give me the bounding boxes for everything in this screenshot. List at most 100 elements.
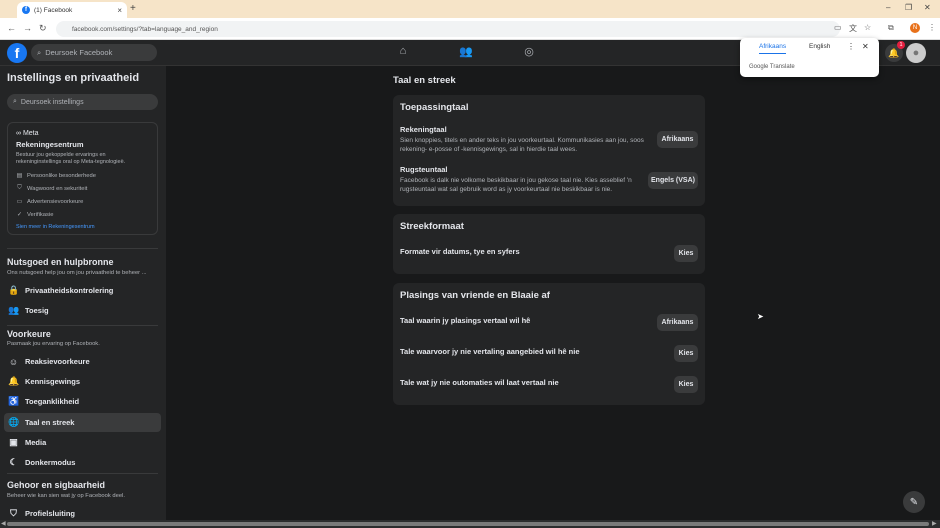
accessibility-icon: ♿ — [8, 396, 20, 406]
page-title: Taal en streek — [393, 75, 456, 86]
maximize-icon[interactable]: ❐ — [905, 3, 912, 12]
meta-item-label: Persoonlike besonderhede — [27, 172, 96, 179]
card-posts-from-friends: Plasings van vriende en Blaaie af Taal w… — [393, 283, 705, 405]
sidebar-item-label: Donkermodus — [25, 458, 76, 467]
profile-avatar[interactable]: ● — [906, 43, 926, 63]
meta-item-verification[interactable]: ✓ Verifikasie — [16, 208, 149, 221]
no-auto-translate-choose-button[interactable]: Kies — [674, 376, 698, 393]
row-label-translate-posts: Taal waarin jy plasings vertaal wil hê — [400, 316, 531, 325]
search-icon: ⌕ — [37, 47, 42, 57]
meta-logo-text: Meta — [22, 130, 39, 137]
friends-icon[interactable]: 👥 — [459, 45, 473, 59]
sidebar-item-dark-mode[interactable]: ☾ Donkermodus — [4, 453, 161, 472]
search-icon: ⌕ — [13, 98, 17, 105]
minimize-icon[interactable]: – — [886, 3, 890, 12]
reload-icon[interactable]: ↻ — [39, 23, 47, 34]
section-heading-tools: Nutsgoed en hulpbronne — [7, 257, 114, 267]
extensions-icon[interactable]: ⧉ — [888, 23, 894, 33]
translate-posts-language-button[interactable]: Afrikaans — [657, 314, 698, 331]
sidebar-item-label: Kennisgewings — [25, 377, 81, 386]
translate-tab-target[interactable]: English — [809, 43, 830, 50]
meta-item-personal-details[interactable]: ▤ Persoonlike besonderhede — [16, 169, 149, 182]
google-translate-brand: Google Translate — [749, 64, 795, 70]
meta-item-label: Wagwoord en sekuriteit — [27, 185, 88, 192]
url-text: facebook.com/settings/?tab=language_and_… — [72, 25, 218, 33]
card-title: Streekformaat — [400, 221, 464, 232]
browser-tab[interactable]: f (1) Facebook × — [17, 2, 127, 18]
meta-item-password-security[interactable]: ⛉ Wagwoord en sekuriteit — [16, 182, 149, 195]
fallback-language-button[interactable]: Engels (VSA) — [648, 172, 698, 189]
sidebar-item-notifications[interactable]: 🔔 Kennisgewings — [4, 372, 161, 391]
settings-sidebar: Instellings en privaatheid ⌕ Deursoek in… — [0, 66, 166, 520]
meta-logo: ∞ Meta — [16, 130, 39, 137]
scroll-left-icon[interactable]: ◀ — [1, 520, 6, 527]
lock-icon: 🔒 — [8, 285, 20, 295]
sidebar-item-label: Media — [25, 438, 47, 447]
sidebar-item-language-region[interactable]: 🌐 Taal en streek — [4, 413, 161, 432]
translate-brand-text: Translate — [769, 64, 795, 70]
sidebar-item-supervision[interactable]: 👥 Toesig — [4, 301, 161, 320]
home-icon[interactable]: ⌂ — [396, 45, 410, 59]
row-desc-fallback-language: Facebook is dalk nie volkome beskikbaar … — [400, 177, 632, 193]
no-translation-offer-choose-button[interactable]: Kies — [674, 345, 698, 362]
sidebar-item-label: Reaksievoorkeure — [25, 357, 90, 366]
id-card-icon: ▤ — [16, 173, 23, 179]
scrollbar-thumb[interactable] — [7, 522, 929, 526]
settings-search-placeholder: Deursoek instellings — [20, 98, 84, 106]
shield-icon: ⛉ — [17, 185, 22, 191]
facebook-logo[interactable]: f — [7, 43, 27, 63]
forward-icon[interactable]: → — [23, 23, 32, 33]
sidebar-item-label: Profielsluiting — [25, 509, 76, 518]
section-sub-tools: Ons nutsgoed help jou om jou privaatheid… — [7, 270, 147, 276]
translate-options-icon[interactable]: ⋮ — [847, 42, 855, 51]
window-close-icon[interactable]: ✕ — [924, 3, 931, 12]
install-app-icon[interactable]: ▭ — [834, 23, 842, 32]
meta-item-ad-preferences[interactable]: ▭ Advertensievoorkeure — [16, 195, 149, 208]
close-tab-icon[interactable]: × — [117, 6, 122, 15]
see-more-accounts-center-link[interactable]: Sien meer in Rekeningesentrum — [16, 224, 149, 230]
section-heading-audience: Gehoor en sigbaarheid — [7, 480, 106, 490]
sidebar-item-privacy-checkup[interactable]: 🔒 Privaatheidskontrolering — [4, 281, 161, 300]
sidebar-item-profile-lock[interactable]: ⛉ Profielsluiting — [4, 504, 161, 520]
google-brand-text: Google — [749, 64, 769, 70]
facebook-favicon-icon: f — [22, 6, 30, 14]
browser-profile-avatar[interactable]: N — [910, 23, 920, 33]
formats-choose-button[interactable]: Kies — [674, 245, 698, 262]
bookmark-star-icon[interactable]: ☆ — [864, 23, 871, 32]
row-label-account-language: Rekeningtaal — [400, 125, 447, 134]
row-label-no-translation-offer: Tale waarvoor jy nie vertaling aangebied… — [400, 347, 580, 356]
address-bar[interactable]: facebook.com/settings/?tab=language_and_… — [56, 21, 840, 37]
sidebar-divider — [7, 473, 158, 474]
sidebar-item-reaction-preferences[interactable]: ☺ Reaksievoorkeure — [4, 352, 161, 371]
card-app-language: Toepassingtaal Rekeningtaal Sien knoppie… — [393, 95, 705, 206]
sidebar-item-label: Privaatheidskontrolering — [25, 286, 114, 295]
translate-icon[interactable]: 文 — [849, 23, 857, 34]
facebook-search-placeholder: Deursoek Facebook — [45, 48, 113, 57]
check-circle-icon: ✓ — [16, 212, 23, 218]
settings-search-input[interactable]: ⌕ Deursoek instellings — [7, 94, 158, 110]
accounts-center-desc: Bestuur jou gekoppelde ervarings en reke… — [16, 152, 126, 165]
monitor-icon: ▭ — [16, 199, 23, 205]
back-icon[interactable]: ← — [7, 23, 16, 33]
section-sub-audience: Beheer wie kan sien wat jy op Facebook d… — [7, 493, 125, 499]
facebook-search-input[interactable]: ⌕ Deursoek Facebook — [31, 44, 157, 61]
sidebar-item-media[interactable]: ▣ Media — [4, 433, 161, 452]
sidebar-item-accessibility[interactable]: ♿ Toeganklikheid — [4, 392, 161, 411]
new-tab-icon[interactable]: + — [130, 3, 136, 14]
row-label-fallback-language: Rugsteuntaal — [400, 165, 448, 174]
scroll-right-icon[interactable]: ▶ — [932, 520, 937, 527]
card-regional-format: Streekformaat Formate vir datums, tye en… — [393, 214, 705, 274]
groups-icon[interactable]: ◎ — [522, 45, 536, 59]
browser-menu-icon[interactable]: ⋮ — [928, 23, 936, 32]
browser-tab-title: (1) Facebook — [34, 6, 73, 14]
sidebar-item-label: Toeganklikheid — [25, 397, 80, 406]
translate-tab-source[interactable]: Afrikaans — [759, 43, 787, 54]
account-language-button[interactable]: Afrikaans — [657, 131, 698, 148]
sidebar-title: Instellings en privaatheid — [7, 72, 140, 84]
translate-close-icon[interactable]: ✕ — [862, 42, 869, 51]
compose-message-icon[interactable]: ✎ — [903, 491, 925, 513]
mouse-cursor-icon: ➤ — [757, 312, 764, 321]
address-row: ← → ↻ facebook.com/settings/?tab=languag… — [0, 18, 940, 40]
sidebar-item-label: Taal en streek — [25, 418, 75, 427]
accounts-center-card[interactable]: ∞ Meta Rekeningesentrum Bestuur jou geko… — [7, 122, 158, 235]
